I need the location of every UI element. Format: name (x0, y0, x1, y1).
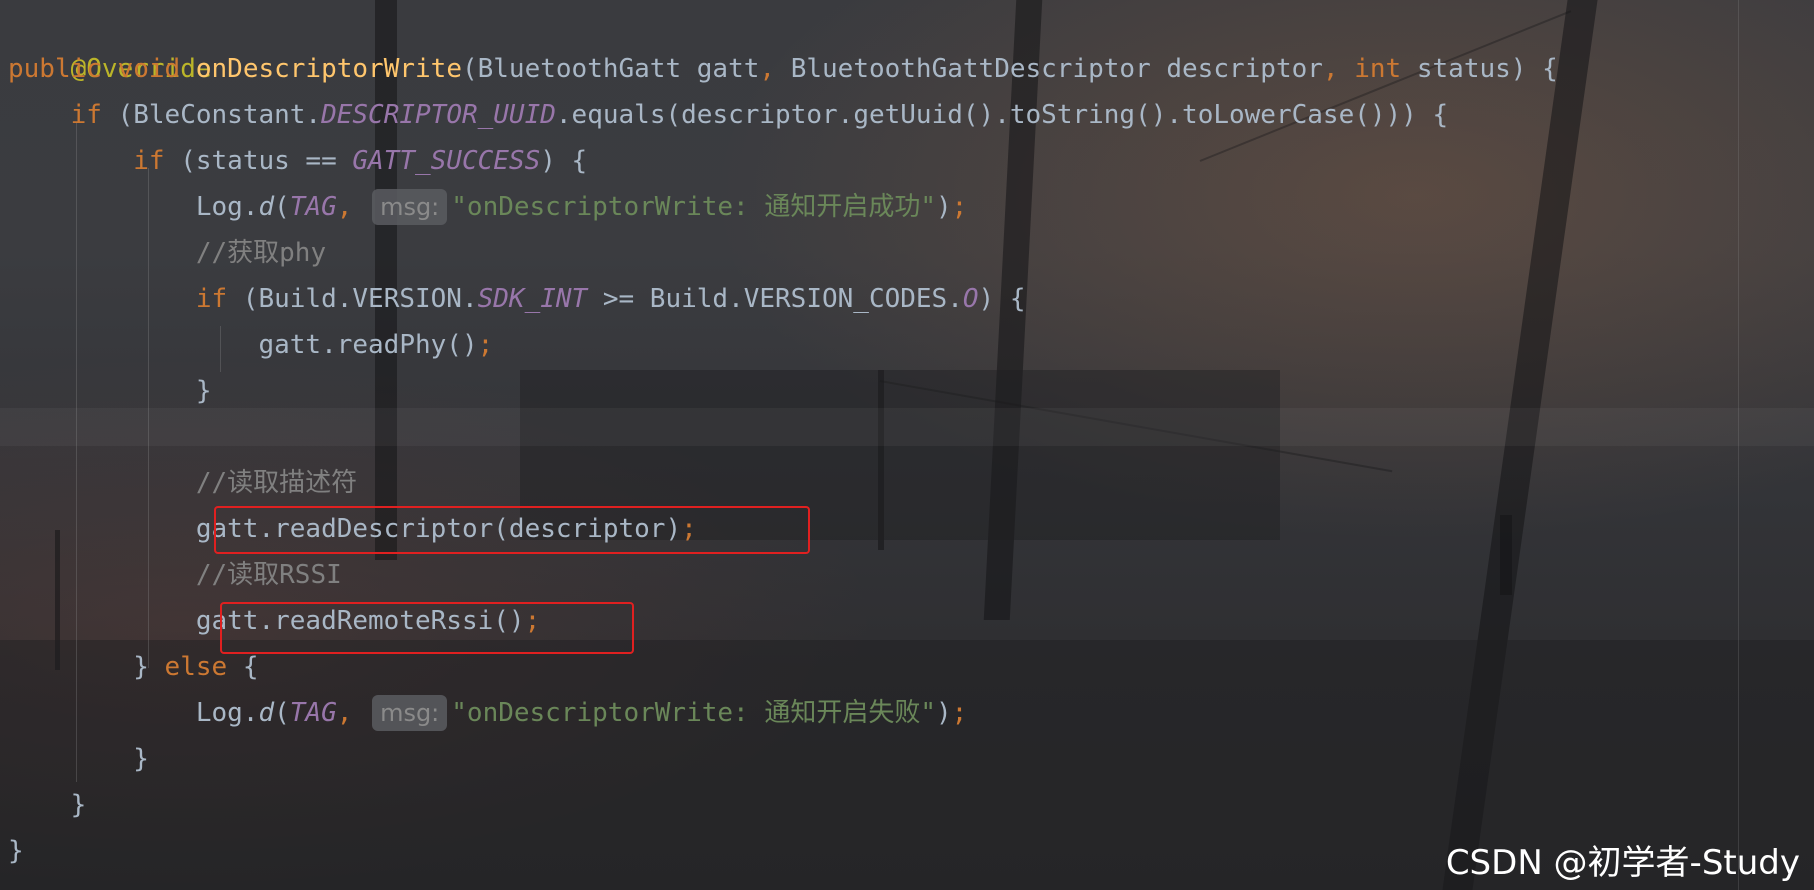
method-name: onDescriptorWrite (195, 54, 462, 84)
code-text: ( (274, 192, 290, 222)
param-3: status) { (1401, 54, 1558, 84)
code-line[interactable]: //读取RSSI (8, 552, 342, 598)
code-line[interactable]: Log.d(TAG, msg: "onDescriptorWrite: 通知开启失… (8, 690, 967, 736)
code-text: gatt.readPhy() (258, 330, 478, 360)
constant: O (962, 284, 979, 314)
closing-brace: } (195, 376, 212, 406)
keyword-else: else (164, 652, 228, 682)
code-line[interactable]: if (status == GATT_SUCCESS) { (8, 138, 587, 184)
semicolon: ; (951, 698, 968, 728)
comma: , (336, 192, 353, 222)
code-line[interactable]: } (8, 368, 212, 414)
constant: TAG (289, 192, 337, 222)
code-line[interactable]: } (8, 736, 149, 782)
param-1: (BluetoothGatt gatt (461, 54, 760, 84)
code-text: (BleConstant. (101, 100, 322, 130)
highlight-box-read-remote-rssi (220, 602, 634, 654)
code-line[interactable]: if (Build.VERSION.SDK_INT >= Build.VERSI… (8, 276, 1026, 322)
code-text: (status == (164, 146, 353, 176)
keyword-if: if (195, 284, 228, 314)
csdn-watermark: CSDN @初学者-Study (1445, 843, 1800, 883)
code-line[interactable]: } else { (8, 644, 258, 690)
keyword-public: public (8, 54, 102, 84)
wallpaper-pole (1500, 515, 1512, 595)
code-text: (Build.VERSION. (227, 284, 478, 314)
code-text: ) (936, 192, 952, 222)
parameter-hint: msg: (372, 189, 448, 225)
code-text: ) { (978, 284, 1026, 314)
comma: , (1322, 54, 1339, 84)
current-line-highlight (0, 408, 1814, 446)
comment: //读取RSSI (195, 560, 342, 590)
code-text: Log. (195, 698, 259, 728)
keyword-int: int (1354, 54, 1402, 84)
parameter-hint: msg: (372, 695, 448, 731)
constant: DESCRIPTOR_UUID (321, 100, 556, 130)
code-line[interactable]: } (8, 782, 87, 828)
comma: , (336, 698, 353, 728)
code-line[interactable]: //获取phy (8, 230, 326, 276)
code-line[interactable]: gatt.readPhy(); (8, 322, 493, 368)
closing-brace: } (70, 790, 87, 820)
code-editor[interactable]: @Override public void onDescriptorWrite(… (0, 0, 1814, 890)
code-text: ) (936, 698, 952, 728)
static-method: d (258, 192, 275, 222)
code-line[interactable]: //读取描述符 (8, 460, 357, 506)
semicolon: ; (951, 192, 968, 222)
right-margin-guide (1738, 0, 1739, 890)
param-2: BluetoothGattDescriptor descriptor (775, 54, 1323, 84)
closing-brace: } (8, 836, 24, 866)
constant: TAG (289, 698, 337, 728)
code-text: } (133, 652, 165, 682)
code-line[interactable]: if (BleConstant.DESCRIPTOR_UUID.equals(d… (8, 92, 1449, 138)
keyword-void: void (117, 54, 181, 84)
comment: //获取phy (195, 238, 327, 268)
comment: //读取描述符 (195, 468, 358, 498)
code-line[interactable]: } (8, 828, 24, 874)
constant: SDK_INT (477, 284, 588, 314)
code-text: { (227, 652, 259, 682)
code-text: >= Build.VERSION_CODES. (587, 284, 963, 314)
highlight-box-read-descriptor (214, 506, 810, 554)
code-text: Log. (195, 192, 259, 222)
keyword-if: if (70, 100, 102, 130)
comma: , (759, 54, 776, 84)
constant: GATT_SUCCESS (352, 146, 541, 176)
code-line[interactable]: @Override (8, 0, 212, 84)
keyword-if: if (133, 146, 165, 176)
code-line[interactable]: Log.d(TAG, msg: "onDescriptorWrite: 通知开启成… (8, 184, 967, 230)
code-line[interactable]: public void onDescriptorWrite(BluetoothG… (8, 46, 1558, 92)
code-text: ( (274, 698, 290, 728)
semicolon: ; (477, 330, 494, 360)
closing-brace: } (133, 744, 149, 774)
string-literal: "onDescriptorWrite: 通知开启成功" (451, 192, 936, 222)
code-text: .equals(descriptor.getUuid().toString().… (555, 100, 1449, 130)
string-literal: "onDescriptorWrite: 通知开启失败" (451, 698, 936, 728)
static-method: d (258, 698, 275, 728)
code-text: ) { (540, 146, 588, 176)
